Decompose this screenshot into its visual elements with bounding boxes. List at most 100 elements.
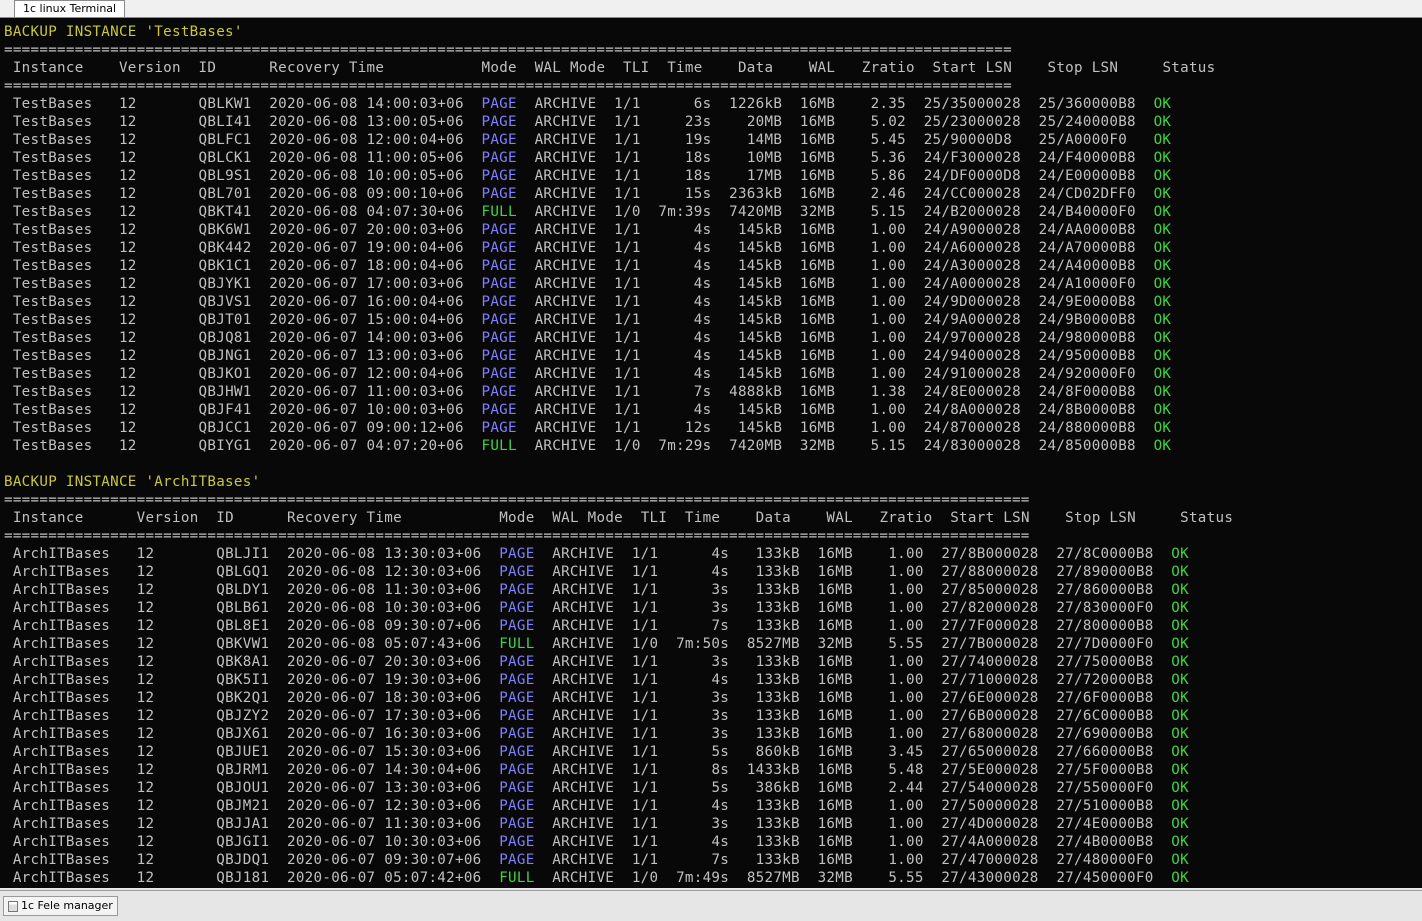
cell-mode: PAGE [481, 258, 517, 274]
cell-stop-lsn: 24/CD02DFF0 [1038, 186, 1136, 202]
cell-wal: 16MB [799, 276, 836, 292]
cell-stop-lsn: 27/720000B8 [1056, 672, 1154, 688]
cell-data: 20MB [746, 114, 783, 130]
cell-recovery-time: 2020-06-07 19:30:03+06 [286, 672, 482, 688]
cell-version: 12 [136, 780, 155, 796]
cell-data: 10MB [746, 150, 783, 166]
cell-time: 3s [711, 690, 730, 706]
column-header-tli: TLI [623, 60, 650, 76]
cell-instance: TestBases [12, 96, 93, 112]
terminal-window[interactable]: BACKUP INSTANCE 'TestBases' =============… [0, 18, 1422, 888]
cell-status: OK [1153, 96, 1172, 112]
cell-mode: PAGE [481, 132, 517, 148]
tab-file-manager[interactable]: 1c Fele manager [3, 896, 118, 916]
cell-instance: ArchITBases [12, 600, 111, 616]
cell-time: 3s [711, 654, 730, 670]
table-row: TestBases 12 QBJHW1 2020-06-07 11:00:03+… [4, 383, 1233, 401]
cell-zratio: 1.00 [870, 402, 906, 418]
cell-version: 12 [118, 348, 137, 364]
cell-zratio: 1.00 [870, 348, 906, 364]
cell-status: OK [1153, 294, 1172, 310]
cell-wal-mode: ARCHIVE [534, 240, 597, 256]
cell-id: QBLKW1 [198, 96, 252, 112]
cell-version: 12 [118, 168, 137, 184]
cell-time: 5s [711, 744, 730, 760]
cell-status: OK [1153, 438, 1172, 454]
cell-mode: FULL [499, 636, 535, 652]
cell-instance: TestBases [12, 438, 93, 454]
cell-id: QBJCC1 [198, 420, 252, 436]
cell-instance: TestBases [12, 276, 93, 292]
cell-zratio: 2.44 [888, 780, 924, 796]
tab-terminal[interactable]: 1c linux Terminal [14, 0, 126, 17]
cell-stop-lsn: 24/B40000F0 [1038, 204, 1136, 220]
column-header-wal: WAL [808, 60, 836, 76]
cell-recovery-time: 2020-06-07 05:07:42+06 [286, 870, 482, 886]
tab-bar: 1c linux Terminal [0, 0, 1422, 18]
cell-version: 12 [118, 132, 137, 148]
cell-stop-lsn: 27/830000F0 [1056, 600, 1154, 616]
cell-status: OK [1171, 618, 1189, 634]
cell-data: 133kB [755, 546, 800, 562]
cell-wal-mode: ARCHIVE [534, 168, 597, 184]
cell-zratio: 5.15 [870, 204, 906, 220]
cell-stop-lsn: 27/550000F0 [1056, 780, 1154, 796]
cell-version: 12 [118, 186, 137, 202]
cell-recovery-time: 2020-06-07 14:30:04+06 [286, 762, 482, 778]
cell-zratio: 1.00 [888, 726, 924, 742]
cell-tli: 1/1 [614, 312, 641, 328]
cell-version: 12 [118, 114, 137, 130]
